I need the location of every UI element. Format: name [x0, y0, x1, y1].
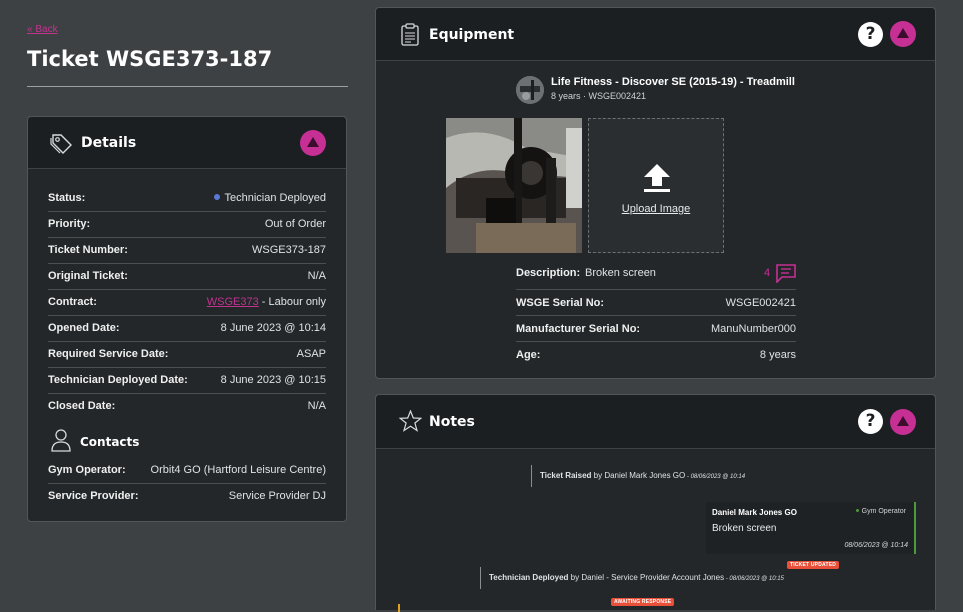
timeline-event-ticket-raised: Ticket Raised by Daniel Mark Jones GO - …	[531, 465, 745, 487]
comment-count[interactable]: 4	[764, 267, 770, 279]
contacts-title: Contacts	[80, 435, 140, 449]
star-icon	[398, 409, 423, 437]
detail-value: WSGE373-187	[252, 244, 326, 256]
equipment-photo[interactable]	[446, 118, 582, 253]
equipment-row-age: Age: 8 years	[516, 342, 796, 368]
message-body: Broken screen	[712, 523, 777, 534]
detail-row-ticket-number: Ticket Number: WSGE373-187	[48, 238, 326, 264]
status-value: Technician Deployed	[214, 192, 326, 204]
message-date: 08/06/2023 @ 10:14	[844, 542, 908, 549]
detail-label: Technician Deployed Date:	[48, 374, 188, 386]
person-icon	[50, 428, 72, 457]
equipment-name: Life Fitness - Discover SE (2015-19) - T…	[551, 76, 795, 88]
detail-label: Ticket Number:	[48, 244, 128, 256]
equipment-help-button[interactable]: ?	[858, 22, 883, 47]
message-role-text: Gym Operator	[861, 508, 906, 515]
status-dot	[214, 194, 221, 200]
equipment-value: 8 years	[759, 349, 796, 361]
title-divider	[27, 86, 348, 87]
details-panel: Details Status: Technician Deployed Prio…	[27, 116, 347, 522]
detail-value: 8 June 2023 @ 10:14	[220, 322, 326, 334]
timeline-event-technician-deployed: Technician Deployed by Daniel - Service …	[480, 567, 784, 589]
detail-value: N/A	[307, 270, 326, 282]
notes-help-button[interactable]: ?	[858, 409, 883, 434]
event-date: - 08/06/2023 @ 10:14	[685, 474, 746, 480]
event-date: - 08/06/2023 @ 10:15	[724, 576, 784, 582]
equipment-row-wsge-serial: WSGE Serial No: WSGE002421	[516, 290, 796, 316]
description-label: Description:	[516, 267, 581, 279]
equipment-row-manufacturer-serial: Manufacturer Serial No: ManuNumber000	[516, 316, 796, 342]
description-value: Broken screen	[585, 267, 656, 279]
detail-value: N/A	[307, 400, 326, 412]
note-message: Daniel Mark Jones GO Gym Operator Broken…	[706, 502, 916, 554]
contact-value: Service Provider DJ	[228, 490, 326, 502]
detail-value: Out of Order	[264, 218, 326, 230]
equipment-subtitle: 8 years · WSGE002421	[551, 91, 647, 101]
detail-row-priority: Priority: Out of Order	[48, 212, 326, 238]
clipboard-icon	[401, 23, 419, 51]
notes-panel: Notes ? Ticket Raised by Daniel Mark Jon…	[375, 394, 936, 612]
details-title: Details	[81, 135, 137, 151]
upload-icon	[643, 163, 671, 198]
detail-row-technician-deployed-date: Technician Deployed Date: 8 June 2023 @ …	[48, 368, 326, 394]
detail-label: Closed Date:	[48, 400, 116, 412]
detail-row-status: Status: Technician Deployed	[48, 186, 326, 212]
detail-row-contract: Contract: WSGE373 - Labour only	[48, 290, 326, 316]
detail-label: Opened Date:	[48, 322, 120, 334]
equipment-label: Age:	[516, 349, 541, 361]
equipment-panel: Equipment ? Life Fitness - Discover SE (…	[375, 7, 936, 379]
equipment-label: Manufacturer Serial No:	[516, 323, 641, 335]
awaiting-response-tag: AWAITING RESPONSE	[611, 598, 675, 606]
contact-value: Orbit4 GO (Hartford Leisure Centre)	[150, 464, 326, 476]
status-text: Technician Deployed	[224, 192, 326, 204]
detail-label: Status:	[48, 192, 86, 204]
message-role: Gym Operator	[855, 508, 906, 515]
contact-label: Gym Operator:	[48, 464, 126, 476]
detail-row-required-service-date: Required Service Date: ASAP	[48, 342, 326, 368]
contract-value: WSGE373 - Labour only	[207, 296, 326, 308]
detail-label: Contract:	[48, 296, 97, 308]
back-link[interactable]: « Back	[27, 24, 58, 35]
equipment-header: Equipment ?	[376, 8, 935, 61]
detail-value: 8 June 2023 @ 10:15	[220, 374, 326, 386]
equipment-avatar	[516, 76, 544, 104]
equipment-label: WSGE Serial No:	[516, 297, 605, 309]
details-collapse-button[interactable]	[300, 130, 326, 156]
equipment-value: WSGE002421	[725, 297, 796, 309]
detail-value: ASAP	[296, 348, 326, 360]
contact-label: Service Provider:	[48, 490, 139, 502]
operator-dot	[855, 509, 859, 512]
detail-row-opened-date: Opened Date: 8 June 2023 @ 10:14	[48, 316, 326, 342]
equipment-value: ManuNumber000	[711, 323, 796, 335]
notes-header: Notes ?	[376, 395, 935, 449]
event-text: by Daniel Mark Jones GO	[591, 471, 686, 480]
contact-row-gym-operator: Gym Operator: Orbit4 GO (Hartford Leisur…	[48, 458, 326, 484]
page-title: Ticket WSGE373-187	[27, 47, 273, 71]
details-header: Details	[28, 117, 346, 169]
notes-collapse-button[interactable]	[890, 409, 916, 435]
upload-image-area[interactable]: Upload Image	[588, 118, 724, 253]
description-row: Description: Broken screen 4	[516, 264, 796, 290]
detail-label: Required Service Date:	[48, 348, 169, 360]
comment-icon[interactable]	[776, 264, 796, 286]
timeline-marker	[398, 604, 400, 612]
upload-image-link[interactable]: Upload Image	[589, 203, 723, 215]
contract-type: - Labour only	[258, 296, 326, 308]
tag-icon	[50, 132, 74, 159]
detail-row-closed-date: Closed Date: N/A	[48, 394, 326, 420]
detail-label: Priority:	[48, 218, 91, 230]
notes-title: Notes	[429, 414, 475, 430]
event-text: by Daniel - Service Provider Account Jon…	[568, 573, 725, 582]
detail-row-original-ticket: Original Ticket: N/A	[48, 264, 326, 290]
event-title: Ticket Raised	[540, 471, 592, 480]
ticket-updated-tag: TICKET UPDATED	[787, 561, 840, 569]
equipment-title: Equipment	[429, 27, 515, 43]
contact-row-service-provider: Service Provider: Service Provider DJ	[48, 484, 326, 510]
contract-link[interactable]: WSGE373	[207, 296, 259, 308]
event-title: Technician Deployed	[489, 573, 569, 582]
equipment-collapse-button[interactable]	[890, 21, 916, 47]
message-author: Daniel Mark Jones GO	[712, 508, 797, 517]
detail-label: Original Ticket:	[48, 270, 128, 282]
